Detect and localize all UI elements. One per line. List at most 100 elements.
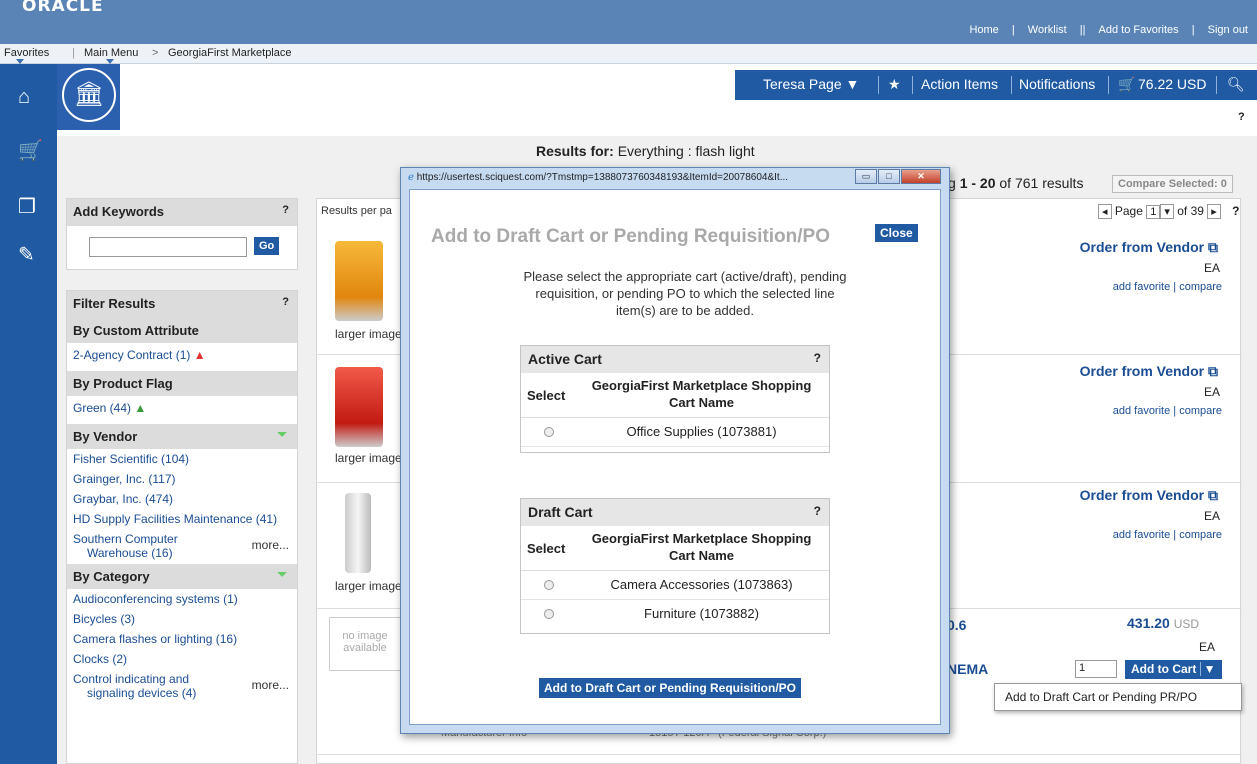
order-from-vendor-link[interactable]: Order from Vendor ⧉ — [1080, 363, 1218, 380]
filter-item-continued[interactable]: Warehouse (16) more... — [67, 538, 297, 564]
select-radio[interactable] — [544, 427, 554, 437]
next-page-button[interactable]: ▸ — [1207, 204, 1221, 219]
keyword-input[interactable] — [89, 237, 247, 257]
compare-link[interactable]: compare — [1179, 405, 1222, 417]
close-button[interactable]: Close — [875, 224, 918, 242]
filter-item[interactable]: Bicycles (3) — [67, 609, 297, 629]
edit-form-icon[interactable]: ✎ — [18, 242, 35, 267]
add-to-draft-menu-item[interactable]: Add to Draft Cart or Pending PR/PO — [994, 683, 1242, 711]
filter-vendor: By Vendor ⏷ — [67, 424, 297, 449]
cart-row[interactable]: Furniture (1073882) — [521, 600, 829, 629]
breadcrumb-current[interactable]: GeorgiaFirst Marketplace — [168, 47, 292, 59]
filter-item[interactable]: Camera flashes or lighting (16) — [67, 629, 297, 649]
select-column-header: Select — [527, 541, 566, 556]
filter-item[interactable]: Fisher Scientific (104) — [67, 449, 297, 469]
page-number-input[interactable]: 1 — [1146, 205, 1161, 219]
cart-total[interactable]: 76.22 USD — [1138, 76, 1206, 92]
product-thumbnail[interactable] — [335, 241, 383, 321]
favorites-bar: Favorites | Main Menu > GeorgiaFirst Mar… — [0, 44, 1257, 64]
maximize-icon[interactable]: □ — [878, 169, 900, 184]
filter-custom-attribute: By Custom Attribute — [67, 318, 297, 343]
filter-item[interactable]: Clocks (2) — [67, 649, 297, 669]
help-icon[interactable]: ? — [814, 351, 821, 365]
add-favorite-link[interactable]: add favorite — [1113, 405, 1170, 417]
compare-link[interactable]: compare — [1179, 281, 1222, 293]
order-from-vendor-link[interactable]: Order from Vendor ⧉ — [1080, 239, 1218, 256]
larger-image-link[interactable]: larger image — [335, 451, 402, 465]
filter-item[interactable]: Grainger, Inc. (117) — [67, 469, 297, 489]
compare-selected-button[interactable]: Compare Selected: 0 — [1112, 175, 1233, 193]
window-close-icon[interactable]: ✕ — [901, 169, 941, 184]
price: 431.20 USD — [1127, 615, 1200, 631]
cart-row[interactable]: Camera Accessories (1073863) — [521, 571, 829, 600]
add-to-cart-button[interactable]: Add to Cart ▼ — [1125, 660, 1222, 679]
favorites-menu[interactable]: Favorites — [4, 47, 49, 59]
filter-funnel-icon[interactable]: ⏷ — [277, 567, 287, 582]
top-sep: | — [1191, 24, 1195, 36]
home-icon[interactable]: ⌂ — [18, 86, 30, 109]
help-icon[interactable]: ? — [1238, 111, 1245, 123]
larger-image-link[interactable]: larger image — [335, 579, 402, 593]
select-column-header: Select — [527, 388, 566, 403]
minimize-icon[interactable]: ▭ — [855, 169, 877, 184]
no-image-placeholder: no image available — [329, 617, 401, 671]
external-link-icon: ⧉ — [1208, 487, 1218, 503]
help-icon[interactable]: ? — [1232, 204, 1239, 218]
compare-link[interactable]: compare — [1179, 529, 1222, 541]
help-icon[interactable]: ? — [282, 204, 289, 216]
main-menu[interactable]: Main Menu — [84, 47, 138, 59]
user-bar: Teresa Page ▼ ★ Action Items Notificatio… — [735, 70, 1257, 100]
add-to-draft-cart-button[interactable]: Add to Draft Cart or Pending Requisition… — [539, 678, 801, 698]
worklist-link[interactable]: Worklist — [1023, 24, 1072, 36]
unit-of-measure: EA — [1203, 261, 1220, 275]
action-items-link[interactable]: Action Items — [921, 76, 998, 92]
quantity-input[interactable]: 1 — [1075, 660, 1117, 678]
filter-item[interactable]: Green (44) ▲ — [67, 396, 297, 424]
filter-results-panel: Filter Results? By Custom Attribute 2-Ag… — [66, 290, 298, 764]
select-radio[interactable] — [544, 580, 554, 590]
breadcrumb-separator: > — [152, 47, 159, 59]
filter-category: By Category ⏷ — [67, 564, 297, 589]
top-links: Home | Worklist || Add to Favorites | Si… — [964, 24, 1253, 36]
cart-icon[interactable]: 🛒 — [1118, 76, 1135, 93]
product-thumbnail[interactable] — [345, 493, 371, 573]
product-title-fragment[interactable]: NEMA — [947, 661, 988, 677]
product-thumbnail[interactable] — [335, 367, 383, 447]
add-to-favorites-link[interactable]: Add to Favorites — [1094, 24, 1184, 36]
more-link[interactable]: more... — [252, 678, 289, 692]
prev-page-button[interactable]: ◂ — [1098, 204, 1112, 219]
help-icon[interactable]: ? — [282, 296, 289, 308]
unit-of-measure: EA — [1203, 509, 1220, 523]
search-icon[interactable]: 🔍︎ — [1227, 76, 1245, 93]
star-icon[interactable]: ★ — [888, 76, 901, 93]
select-radio[interactable] — [544, 609, 554, 619]
filter-item-continued[interactable]: signaling devices (4) more... — [67, 678, 297, 704]
more-link[interactable]: more... — [252, 538, 289, 552]
home-link[interactable]: Home — [964, 24, 1003, 36]
larger-image-link[interactable]: larger image — [335, 327, 402, 341]
go-button[interactable]: Go — [254, 237, 280, 255]
notifications-link[interactable]: Notifications — [1019, 76, 1095, 92]
add-favorite-link[interactable]: add favorite — [1113, 281, 1170, 293]
filter-item[interactable]: HD Supply Facilities Maintenance (41) — [67, 509, 297, 529]
sign-out-link[interactable]: Sign out — [1203, 24, 1253, 36]
add-favorite-link[interactable]: add favorite — [1113, 529, 1170, 541]
chevron-down-icon[interactable]: ▼ — [1199, 662, 1216, 676]
filter-item[interactable]: 2-Agency Contract (1) ▲ — [67, 343, 297, 371]
cart-name: Camera Accessories (1073863) — [610, 577, 793, 592]
documents-icon[interactable]: ❐ — [18, 194, 36, 219]
external-link-icon: ⧉ — [1208, 363, 1218, 379]
page-dropdown-icon[interactable]: ▾ — [1160, 204, 1174, 219]
left-nav: ⌂ 🛒 ❐ ✎ — [0, 64, 57, 764]
external-link-icon: ⧉ — [1208, 239, 1218, 255]
popup-url: ℯ https://usertest.sciquest.com/?Tmstmp=… — [408, 172, 789, 183]
top-sep: | — [1011, 24, 1015, 36]
filter-funnel-icon[interactable]: ⏷ — [277, 427, 287, 442]
filter-item[interactable]: Audioconferencing systems (1) — [67, 589, 297, 609]
shopping-cart-icon[interactable]: 🛒 — [18, 138, 43, 163]
order-from-vendor-link[interactable]: Order from Vendor ⧉ — [1080, 487, 1218, 504]
help-icon[interactable]: ? — [814, 504, 821, 518]
filter-item[interactable]: Graybar, Inc. (474) — [67, 489, 297, 509]
user-menu[interactable]: Teresa Page ▼ — [763, 76, 859, 92]
cart-row[interactable]: Office Supplies (1073881) — [521, 418, 829, 447]
